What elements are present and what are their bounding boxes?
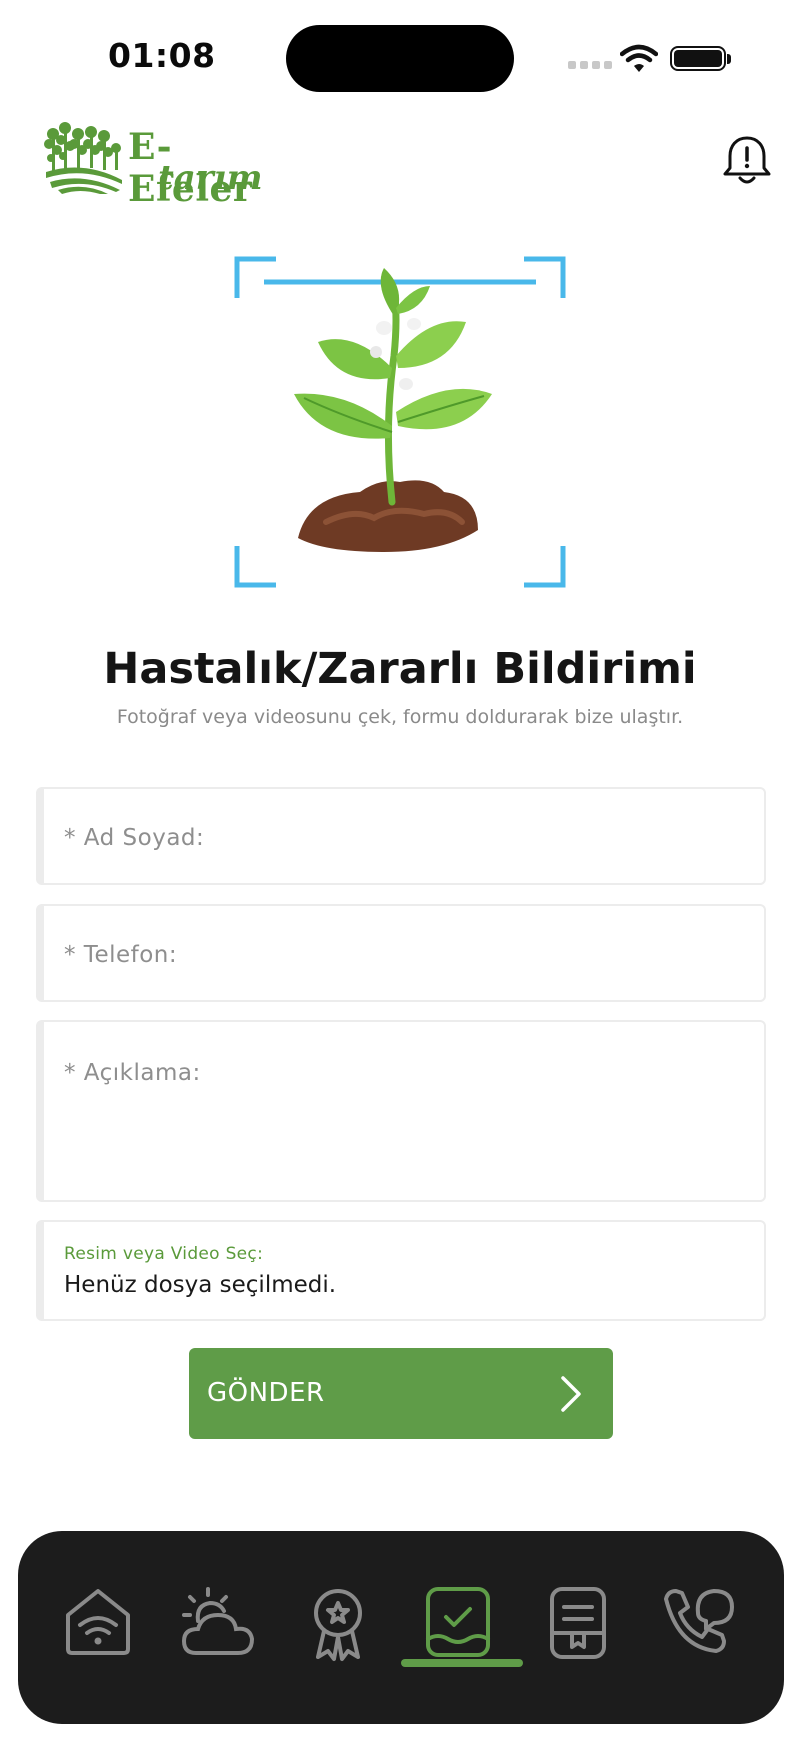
status-time: 01:08: [108, 36, 216, 75]
page-subtitle: Fotoğraf veya videosunu çek, formu doldu…: [116, 706, 684, 728]
logo-subtitle: tarım: [158, 158, 263, 198]
home-wifi-icon: [66, 1589, 130, 1655]
submit-button[interactable]: GÖNDER: [189, 1348, 613, 1439]
bottom-navigation: [18, 1531, 784, 1724]
notification-bell-icon[interactable]: [722, 134, 772, 186]
document-icon: [550, 1587, 606, 1659]
dynamic-island: [286, 25, 514, 92]
file-picker-label: Resim veya Video Seç:: [64, 1244, 264, 1264]
nav-report[interactable]: [418, 1583, 498, 1663]
plant-icon: [294, 268, 492, 552]
nav-home[interactable]: [58, 1583, 138, 1663]
submit-label: GÖNDER: [207, 1378, 325, 1408]
active-tab-indicator: [401, 1659, 523, 1667]
nav-weather[interactable]: [178, 1583, 258, 1663]
page-title: Hastalık/Zararlı Bildirimi: [103, 644, 697, 694]
phone-placeholder: * Telefon:: [64, 942, 178, 968]
app-logo[interactable]: E-Efeler tarım: [44, 118, 294, 210]
phone-chat-icon: [664, 1589, 734, 1653]
award-icon: [314, 1589, 362, 1661]
name-placeholder: * Ad Soyad:: [64, 825, 205, 851]
description-placeholder: * Açıklama:: [64, 1060, 201, 1086]
plant-scan-illustration: [234, 256, 566, 588]
weather-icon: [181, 1587, 255, 1655]
farm-logo-icon: [44, 122, 122, 194]
chevron-right-icon: [561, 1376, 581, 1412]
battery-icon: [670, 46, 726, 71]
phone-input[interactable]: * Telefon:: [36, 904, 766, 1002]
file-picker-value: Henüz dosya seçilmedi.: [64, 1272, 337, 1298]
name-input[interactable]: * Ad Soyad:: [36, 787, 766, 885]
file-picker[interactable]: Resim veya Video Seç: Henüz dosya seçilm…: [36, 1220, 766, 1321]
description-textarea[interactable]: * Açıklama:: [36, 1020, 766, 1202]
cellular-signal-icon: [568, 61, 612, 69]
nav-awards[interactable]: [298, 1583, 378, 1663]
report-check-icon: [426, 1587, 490, 1657]
nav-documents[interactable]: [538, 1583, 618, 1663]
wifi-icon: [620, 44, 658, 72]
nav-contact[interactable]: [658, 1583, 738, 1663]
